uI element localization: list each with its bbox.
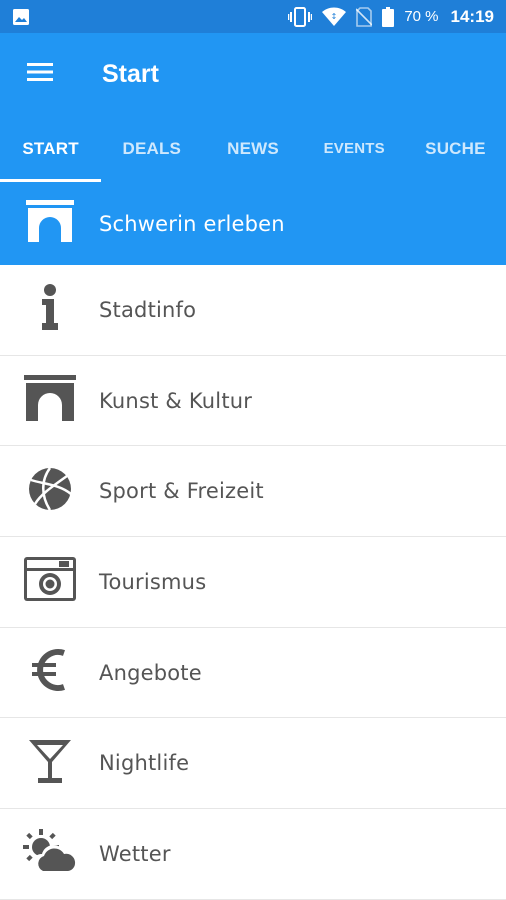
arch-icon — [23, 375, 76, 426]
tab-suche[interactable]: SUCHE — [405, 115, 506, 182]
vibrate-icon — [288, 6, 313, 27]
status-bar: ↕ 70 % 14:19 — [0, 0, 506, 33]
battery-icon — [382, 6, 395, 27]
camera-icon — [23, 557, 76, 606]
list-item-kunst-kultur[interactable]: Kunst & Kultur — [0, 355, 506, 447]
list-item-label: Wetter — [99, 841, 171, 866]
svg-text:↕: ↕ — [331, 12, 338, 21]
list-item-label: Sport & Freizeit — [99, 479, 264, 504]
image-icon — [12, 8, 30, 26]
list-item-nightlife[interactable]: Nightlife — [0, 718, 506, 810]
app-bar: Start — [0, 33, 506, 115]
list-item-tourismus[interactable]: Tourismus — [0, 537, 506, 628]
list-item-label: Stadtinfo — [99, 297, 197, 322]
clock: 14:19 — [450, 6, 494, 26]
list-item-wetter[interactable]: Wetter — [0, 809, 506, 900]
menu-list: Schwerin erleben Stadtinfo Kunst & Kultu… — [0, 182, 506, 900]
weather-icon — [21, 829, 79, 878]
list-item-stadtinfo[interactable]: Stadtinfo — [0, 265, 506, 356]
list-item-label: Schwerin erleben — [99, 211, 285, 236]
list-item-label: Kunst & Kultur — [99, 388, 253, 413]
tab-deals[interactable]: DEALS — [101, 115, 202, 182]
arch-icon — [25, 200, 74, 247]
list-item-sport-freizeit[interactable]: Sport & Freizeit — [0, 446, 506, 538]
list-item-label: Nightlife — [99, 751, 190, 776]
menu-button[interactable] — [0, 33, 80, 115]
list-item-label: Angebote — [99, 660, 202, 685]
list-item-angebote[interactable]: Angebote — [0, 627, 506, 719]
tab-events[interactable]: EVENTS — [304, 115, 405, 182]
wifi-icon: ↕ — [322, 7, 347, 27]
volleyball-icon — [27, 466, 73, 517]
battery-level: 70 % — [404, 8, 439, 25]
info-icon — [38, 284, 62, 335]
tab-news[interactable]: NEWS — [202, 115, 303, 182]
page-title: Start — [102, 59, 159, 88]
list-item-label: Tourismus — [99, 569, 207, 594]
euro-icon — [31, 647, 68, 698]
tab-start[interactable]: START — [0, 115, 102, 182]
hamburger-menu-icon — [27, 62, 53, 87]
no-sim-icon — [356, 6, 373, 27]
list-item-schwerin-erleben[interactable]: Schwerin erleben — [0, 182, 506, 265]
cocktail-icon — [28, 738, 71, 789]
tab-bar: START DEALS NEWS EVENTS SUCHE — [0, 115, 506, 182]
